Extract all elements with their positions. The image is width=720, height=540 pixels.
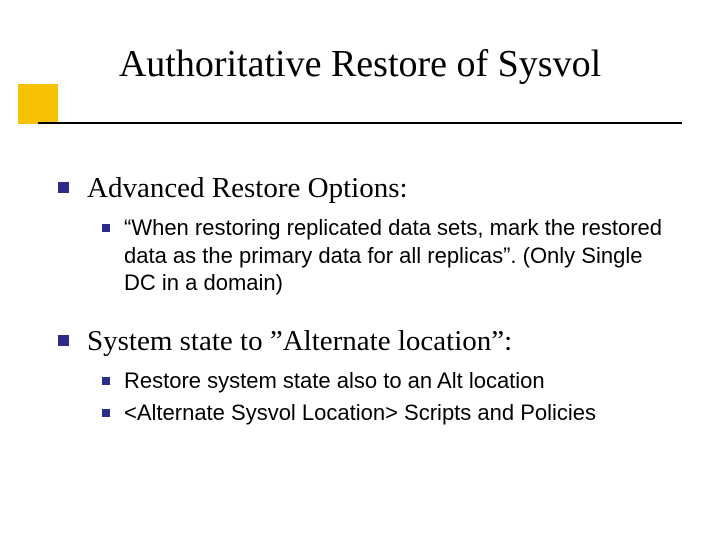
sublist: Restore system state also to an Alt loca… xyxy=(102,367,668,426)
slide-title: Authoritative Restore of Sysvol xyxy=(0,42,720,86)
list-item-text: Advanced Restore Options: xyxy=(87,170,408,206)
list-item: <Alternate Sysvol Location> Scripts and … xyxy=(102,399,668,427)
list-item: “When restoring replicated data sets, ma… xyxy=(102,214,668,297)
square-bullet-icon xyxy=(102,409,110,417)
list-item: Advanced Restore Options: xyxy=(58,170,668,206)
list-item-text: System state to ”Alternate location”: xyxy=(87,323,512,359)
square-bullet-icon xyxy=(102,224,110,232)
horizontal-rule xyxy=(38,122,682,124)
square-bullet-icon xyxy=(58,182,69,193)
slide-body: Advanced Restore Options: “When restorin… xyxy=(58,170,668,452)
square-bullet-icon xyxy=(58,335,69,346)
list-item: Restore system state also to an Alt loca… xyxy=(102,367,668,395)
slide: Authoritative Restore of Sysvol Advanced… xyxy=(0,0,720,540)
sublist: “When restoring replicated data sets, ma… xyxy=(102,214,668,297)
square-bullet-icon xyxy=(102,377,110,385)
list-item-text: <Alternate Sysvol Location> Scripts and … xyxy=(124,399,596,427)
list-item: System state to ”Alternate location”: xyxy=(58,323,668,359)
list-item-text: “When restoring replicated data sets, ma… xyxy=(124,214,668,297)
accent-square xyxy=(18,84,58,124)
list-item-text: Restore system state also to an Alt loca… xyxy=(124,367,545,395)
